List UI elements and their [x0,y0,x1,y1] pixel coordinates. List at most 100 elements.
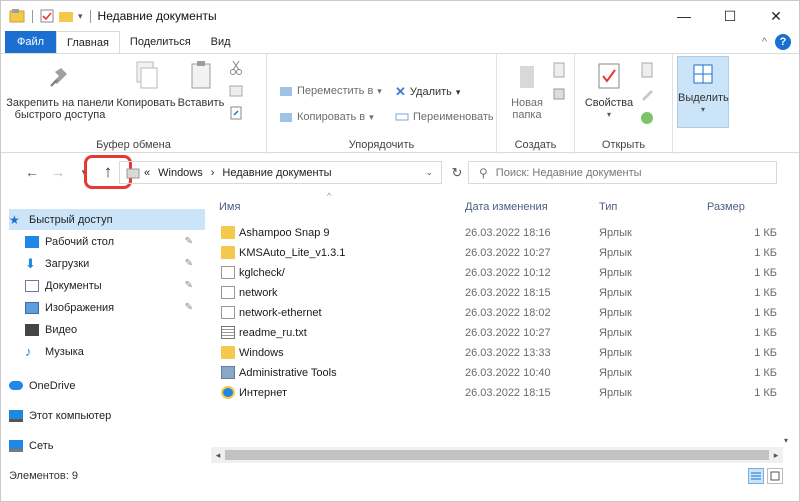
table-row[interactable]: Интернет 26.03.2022 18:15 Ярлык 1 КБ [211,383,783,403]
move-to-button[interactable]: Переместить в ▾ [279,84,382,98]
address-row: ← → ▾ ↑ « Windows › Недавние документы ⌄… [1,153,799,191]
tab-share[interactable]: Поделиться [120,31,201,53]
file-date: 26.03.2022 10:40 [465,367,551,379]
rename-button[interactable]: Переименовать [395,110,494,124]
new-item-icon[interactable] [551,62,567,78]
nav-label: Сеть [29,439,54,452]
file-size: 1 КБ [754,287,777,299]
pin-icon[interactable]: ✎ [185,302,193,313]
new-group-label: Создать [514,139,557,151]
pin-icon[interactable]: ✎ [185,236,193,247]
nav-item-video[interactable]: Видео [9,319,205,340]
vertical-scrollbar[interactable]: ▾ [781,193,795,447]
file-type: Ярлык [599,367,632,379]
quick-access-dropdown-icon[interactable]: ▾ [78,11,83,22]
collapse-ribbon-icon[interactable]: ^ [762,36,767,48]
help-icon[interactable]: ? [775,34,791,50]
table-row[interactable]: readme_ru.txt 26.03.2022 10:27 Ярлык 1 К… [211,323,783,343]
search-box[interactable]: ⚲ Поиск: Недавние документы [468,161,777,184]
table-row[interactable]: Administrative Tools 26.03.2022 10:40 Яр… [211,363,783,383]
new-folder-button[interactable]: Новая папка [503,58,551,121]
file-type: Ярлык [599,267,632,279]
path-overflow[interactable]: « [144,167,150,179]
edit-icon[interactable] [639,86,655,102]
breadcrumb-recent-documents[interactable]: Недавние документы [222,167,331,179]
details-view-icon [751,472,761,480]
table-row[interactable]: network 26.03.2022 18:15 Ярлык 1 КБ [211,283,783,303]
new-folder-quick-icon[interactable] [58,9,74,23]
table-row[interactable]: Ashampoo Snap 9 26.03.2022 18:16 Ярлык 1… [211,223,783,243]
paste-button[interactable]: Вставить [177,58,225,109]
properties-button[interactable]: Свойства ▾ [581,58,637,121]
file-date: 26.03.2022 18:15 [465,387,551,399]
copy-to-button[interactable]: Копировать в ▾ [279,110,374,124]
rename-label: Переименовать [413,111,494,123]
tab-file[interactable]: Файл [5,31,57,53]
history-icon[interactable] [639,110,655,126]
address-bar[interactable]: « Windows › Недавние документы ⌄ [119,161,442,184]
file-size: 1 КБ [754,307,777,319]
file-size: 1 КБ [754,347,777,359]
title-bar: ▾ Недавние документы — ☐ ✕ [1,1,799,31]
file-size: 1 КБ [754,247,777,259]
horizontal-scrollbar[interactable]: ◂ ▸ [211,447,783,463]
nav-item-quick-access[interactable]: ★ Быстрый доступ [9,209,205,230]
file-size: 1 КБ [754,367,777,379]
organize-group: Переместить в ▾ ✕ Удалить ▾ Копировать в ▾ … [267,54,497,154]
minimize-button[interactable]: — [661,1,707,31]
nav-item-desktop[interactable]: Рабочий стол ✎ [9,231,205,252]
maximize-button[interactable]: ☐ [707,1,753,31]
scroll-right-icon[interactable]: ▸ [769,447,783,463]
back-button[interactable]: ← [21,161,43,183]
nav-item-downloads[interactable]: ⬇ Загрузки ✎ [9,253,205,274]
table-row[interactable]: network-ethernet 26.03.2022 18:02 Ярлык … [211,303,783,323]
nav-item-this-pc[interactable]: Этот компьютер [9,405,205,426]
select-button[interactable]: Выделить ▾ [677,56,729,128]
close-button[interactable]: ✕ [753,1,799,31]
file-list: ^ Имя Дата изменения Тип Размер Ashampoo… [211,191,783,447]
table-row[interactable]: KMSAuto_Lite_v1.3.1 26.03.2022 10:27 Ярл… [211,243,783,263]
nav-item-documents[interactable]: Документы ✎ [9,275,205,296]
column-header-size[interactable]: Размер [707,193,745,221]
paste-shortcut-icon[interactable] [229,106,243,120]
easy-access-icon[interactable] [551,86,567,102]
open-icon[interactable] [639,62,655,78]
file-date: 26.03.2022 10:27 [465,247,551,259]
forward-button[interactable]: → [47,161,69,183]
file-date: 26.03.2022 18:16 [465,227,551,239]
nav-item-onedrive[interactable]: OneDrive [9,375,205,396]
breadcrumb-separator[interactable]: › [211,167,215,179]
table-row[interactable]: Windows 26.03.2022 13:33 Ярлык 1 КБ [211,343,783,363]
text-file-icon [221,326,235,339]
column-header-date[interactable]: Дата изменения [465,193,548,221]
column-header-type[interactable]: Тип [599,193,617,221]
scroll-left-icon[interactable]: ◂ [211,447,225,463]
table-row[interactable]: kglcheck/ 26.03.2022 10:12 Ярлык 1 КБ [211,263,783,283]
address-dropdown-icon[interactable]: ⌄ [425,167,433,178]
breadcrumb-windows[interactable]: Windows [158,167,203,179]
delete-button[interactable]: ✕ Удалить ▾ [395,84,460,100]
nav-item-music[interactable]: ♪ Музыка [9,341,205,362]
horizontal-scroll-thumb[interactable] [225,450,769,460]
explorer-app-icon[interactable] [9,9,25,23]
copy-button[interactable]: Копировать [115,58,177,109]
pin-quick-access-button[interactable]: Закрепить на панели быстрого доступа [5,58,115,121]
copy-path-icon[interactable] [229,84,243,98]
nav-item-network[interactable]: Сеть [9,435,205,456]
properties-quick-icon[interactable] [40,9,54,23]
scroll-down-icon[interactable]: ▾ [784,436,788,445]
pin-icon[interactable]: ✎ [185,280,193,291]
clipboard-group: Закрепить на панели быстрого доступа Коп… [1,54,267,154]
tab-home[interactable]: Главная [56,31,120,54]
nav-item-pictures[interactable]: Изображения ✎ [9,297,205,318]
refresh-button[interactable]: ↻ [446,161,468,184]
column-header-name[interactable]: Имя [219,193,240,221]
ribbon-tabs: Файл Главная Поделиться Вид ^ ? [1,31,799,54]
cut-icon[interactable] [229,60,243,76]
sort-ascending-icon: ^ [327,191,332,201]
large-icons-view-button[interactable] [767,468,783,484]
details-view-button[interactable] [748,468,764,484]
pin-icon[interactable]: ✎ [185,258,193,269]
paste-icon [191,61,211,89]
tab-view[interactable]: Вид [201,31,241,53]
